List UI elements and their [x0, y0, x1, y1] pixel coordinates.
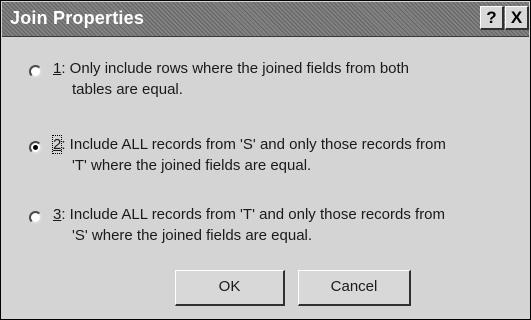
radio-option-2[interactable]: [29, 141, 42, 154]
close-button[interactable]: X: [505, 6, 529, 30]
help-button[interactable]: ?: [480, 6, 504, 30]
option-3-label[interactable]: 3: Include ALL records from 'T' and only…: [53, 204, 523, 246]
join-properties-dialog: Join Properties ? X 1: Only include rows…: [0, 0, 531, 320]
option-1-label[interactable]: 1: Only include rows where the joined fi…: [53, 58, 523, 100]
option-2-label[interactable]: 2: Include ALL records from 'S' and only…: [51, 134, 523, 176]
radio-selected-dot: [33, 145, 38, 150]
option-2-line2: 'T' where the joined fields are equal.: [72, 157, 312, 174]
ok-button[interactable]: OK: [175, 270, 285, 306]
dialog-title: Join Properties: [10, 8, 145, 28]
option-3-line1: : Include ALL records from 'T' and only …: [61, 206, 446, 223]
option-3-line2: 'S' where the joined fields are equal.: [72, 227, 313, 244]
option-1-line2: tables are equal.: [72, 81, 183, 98]
option-1-line1: : Only include rows where the joined fie…: [61, 60, 410, 77]
title-bar[interactable]: Join Properties ? X: [2, 2, 529, 37]
radio-option-1[interactable]: [29, 65, 42, 78]
option-2-line1: : Include ALL records from 'S' and only …: [61, 136, 446, 153]
radio-option-3[interactable]: [29, 211, 42, 224]
cancel-button[interactable]: Cancel: [298, 270, 411, 306]
